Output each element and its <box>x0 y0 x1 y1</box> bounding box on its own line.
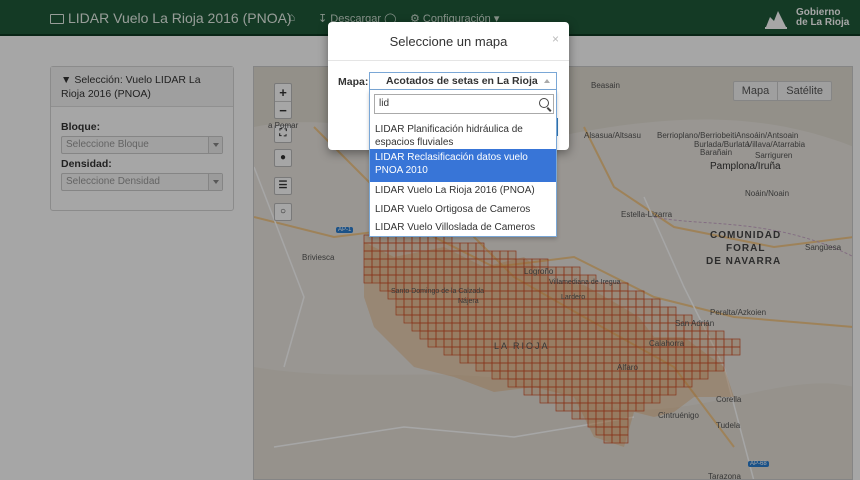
dropdown-search-value: lid <box>379 98 390 109</box>
dropdown-option[interactable]: LIDAR Vuelo Villoslada de Cameros <box>370 219 556 237</box>
mapa-select[interactable]: Acotados de setas en La Rioja <box>369 72 557 90</box>
dropdown-option[interactable]: LIDAR Vuelo Ortigosa de Cameros <box>370 201 556 219</box>
dropdown-search-input[interactable]: lid <box>374 94 554 114</box>
mapa-select-value: Acotados de setas en La Rioja <box>386 75 538 87</box>
dropdown-option[interactable]: LIDAR Planificación hidráulica de espaci… <box>370 121 556 149</box>
modal-divider <box>328 60 569 61</box>
modal-title: Seleccione un mapa <box>389 34 508 49</box>
mapa-label: Mapa: <box>338 76 369 88</box>
chevron-up-icon <box>544 79 550 83</box>
dropdown-option[interactable]: LIDAR Vuelo La Rioja 2016 (PNOA) <box>370 182 556 201</box>
dropdown-option[interactable]: LIDAR Reclasificación datos vuelo PNOA 2… <box>370 149 556 182</box>
search-icon <box>539 98 549 108</box>
close-icon[interactable]: × <box>552 32 559 46</box>
mapa-dropdown: lid LIDAR Planificación hidráulica de es… <box>369 90 557 237</box>
